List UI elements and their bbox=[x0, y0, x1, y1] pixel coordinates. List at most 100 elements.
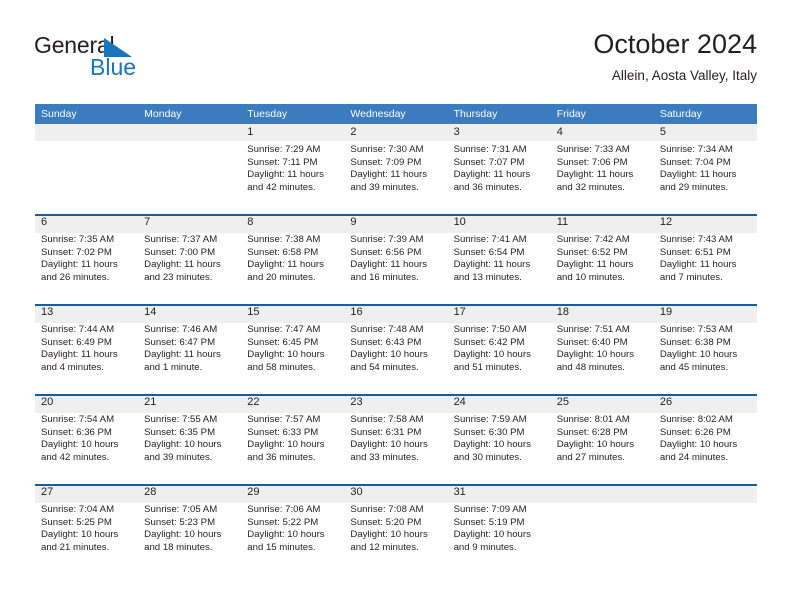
day-cell[interactable]: 2 Sunrise: 7:30 AM Sunset: 7:09 PM Dayli… bbox=[344, 124, 447, 214]
sunset-text: Sunset: 6:40 PM bbox=[556, 336, 628, 348]
weekday-header-friday: Friday bbox=[556, 108, 586, 120]
day-details: Sunrise: 7:47 AM Sunset: 6:45 PM Dayligh… bbox=[247, 321, 344, 374]
day-cell[interactable]: 30 Sunrise: 7:08 AM Sunset: 5:20 PM Dayl… bbox=[344, 484, 447, 574]
day-cell[interactable]: 1 Sunrise: 7:29 AM Sunset: 7:11 PM Dayli… bbox=[241, 124, 344, 214]
general-blue-logo[interactable]: General Blue bbox=[34, 34, 254, 86]
weekday-header-monday: Monday bbox=[144, 108, 182, 120]
day-number: 4 bbox=[556, 126, 563, 138]
day-cell[interactable]: 9 Sunrise: 7:39 AM Sunset: 6:56 PM Dayli… bbox=[344, 214, 447, 304]
week-row: 6 Sunrise: 7:35 AM Sunset: 7:02 PM Dayli… bbox=[35, 214, 757, 304]
sunset-text: Sunset: 6:43 PM bbox=[350, 336, 422, 348]
day-number: 28 bbox=[144, 486, 157, 498]
sunset-text: Sunset: 6:33 PM bbox=[247, 426, 319, 438]
day-number: 29 bbox=[247, 486, 260, 498]
day-cell[interactable] bbox=[138, 124, 241, 214]
sunrise-text: Sunrise: 7:05 AM bbox=[144, 504, 218, 515]
sunrise-text: Sunrise: 7:30 AM bbox=[350, 144, 424, 155]
day-number: 3 bbox=[453, 126, 460, 138]
day-cell[interactable] bbox=[551, 484, 654, 574]
sunset-text: Sunset: 5:25 PM bbox=[41, 516, 112, 528]
day-details: Sunrise: 7:58 AM Sunset: 6:31 PM Dayligh… bbox=[350, 411, 447, 464]
day-number bbox=[660, 484, 757, 501]
daylight-text: Daylight: 10 hours and 58 minutes. bbox=[247, 349, 325, 373]
sunrise-text: Sunrise: 7:09 AM bbox=[453, 504, 527, 515]
day-details: Sunrise: 7:04 AM Sunset: 5:25 PM Dayligh… bbox=[41, 501, 138, 554]
day-cell[interactable]: 16 Sunrise: 7:48 AM Sunset: 6:43 PM Dayl… bbox=[344, 304, 447, 394]
sunset-text: Sunset: 6:54 PM bbox=[453, 246, 525, 258]
day-cell[interactable]: 6 Sunrise: 7:35 AM Sunset: 7:02 PM Dayli… bbox=[35, 214, 138, 304]
day-cell[interactable]: 15 Sunrise: 7:47 AM Sunset: 6:45 PM Dayl… bbox=[241, 304, 344, 394]
day-cell[interactable]: 26 Sunrise: 8:02 AM Sunset: 6:26 PM Dayl… bbox=[654, 394, 757, 484]
day-cell[interactable]: 27 Sunrise: 7:04 AM Sunset: 5:25 PM Dayl… bbox=[35, 484, 138, 574]
day-cell[interactable]: 3 Sunrise: 7:31 AM Sunset: 7:07 PM Dayli… bbox=[448, 124, 551, 214]
week-row: 13 Sunrise: 7:44 AM Sunset: 6:49 PM Dayl… bbox=[35, 304, 757, 394]
daylight-text: Daylight: 11 hours and 1 minute. bbox=[144, 349, 221, 373]
day-cell[interactable]: 23 Sunrise: 7:58 AM Sunset: 6:31 PM Dayl… bbox=[344, 394, 447, 484]
sunrise-text: Sunrise: 7:41 AM bbox=[453, 234, 527, 245]
daylight-text: Daylight: 11 hours and 4 minutes. bbox=[41, 349, 118, 373]
daylight-text: Daylight: 11 hours and 10 minutes. bbox=[556, 259, 634, 283]
day-number: 31 bbox=[453, 486, 466, 498]
day-number: 18 bbox=[556, 306, 569, 318]
day-cell[interactable]: 12 Sunrise: 7:43 AM Sunset: 6:51 PM Dayl… bbox=[654, 214, 757, 304]
day-cell[interactable]: 25 Sunrise: 8:01 AM Sunset: 6:28 PM Dayl… bbox=[551, 394, 654, 484]
daylight-text: Daylight: 10 hours and 48 minutes. bbox=[556, 349, 635, 373]
day-cell[interactable]: 19 Sunrise: 7:53 AM Sunset: 6:38 PM Dayl… bbox=[654, 304, 757, 394]
daylight-text: Daylight: 10 hours and 30 minutes. bbox=[453, 439, 531, 463]
day-details: Sunrise: 7:42 AM Sunset: 6:52 PM Dayligh… bbox=[557, 231, 654, 284]
day-cell[interactable]: 20 Sunrise: 7:54 AM Sunset: 6:36 PM Dayl… bbox=[35, 394, 138, 484]
day-details: Sunrise: 7:44 AM Sunset: 6:49 PM Dayligh… bbox=[41, 321, 138, 374]
sunset-text: Sunset: 7:07 PM bbox=[453, 156, 525, 168]
day-details bbox=[144, 141, 241, 144]
day-details: Sunrise: 7:39 AM Sunset: 6:56 PM Dayligh… bbox=[350, 231, 447, 284]
sunset-text: Sunset: 6:51 PM bbox=[659, 246, 731, 258]
day-cell[interactable]: 18 Sunrise: 7:51 AM Sunset: 6:40 PM Dayl… bbox=[551, 304, 654, 394]
day-cell[interactable]: 31 Sunrise: 7:09 AM Sunset: 5:19 PM Dayl… bbox=[448, 484, 551, 574]
daylight-text: Daylight: 11 hours and 26 minutes. bbox=[41, 259, 118, 283]
day-cell[interactable] bbox=[35, 124, 138, 214]
day-cell[interactable]: 17 Sunrise: 7:50 AM Sunset: 6:42 PM Dayl… bbox=[448, 304, 551, 394]
day-cell[interactable]: 21 Sunrise: 7:55 AM Sunset: 6:35 PM Dayl… bbox=[138, 394, 241, 484]
day-cell[interactable]: 14 Sunrise: 7:46 AM Sunset: 6:47 PM Dayl… bbox=[138, 304, 241, 394]
sunset-text: Sunset: 6:28 PM bbox=[556, 426, 628, 438]
sunset-text: Sunset: 6:56 PM bbox=[350, 246, 422, 258]
daylight-text: Daylight: 11 hours and 13 minutes. bbox=[453, 259, 531, 283]
day-cell[interactable]: 5 Sunrise: 7:34 AM Sunset: 7:04 PM Dayli… bbox=[654, 124, 757, 214]
day-cell[interactable]: 8 Sunrise: 7:38 AM Sunset: 6:58 PM Dayli… bbox=[241, 214, 344, 304]
sunset-text: Sunset: 7:02 PM bbox=[41, 246, 112, 258]
day-details: Sunrise: 7:34 AM Sunset: 7:04 PM Dayligh… bbox=[660, 141, 757, 194]
day-cell[interactable]: 4 Sunrise: 7:33 AM Sunset: 7:06 PM Dayli… bbox=[551, 124, 654, 214]
day-number: 8 bbox=[247, 216, 254, 228]
day-number: 22 bbox=[247, 396, 260, 408]
day-number bbox=[144, 124, 241, 141]
day-cell[interactable]: 11 Sunrise: 7:42 AM Sunset: 6:52 PM Dayl… bbox=[551, 214, 654, 304]
day-cell[interactable] bbox=[654, 484, 757, 574]
sunrise-text: Sunrise: 7:38 AM bbox=[247, 234, 321, 245]
daylight-text: Daylight: 11 hours and 36 minutes. bbox=[453, 169, 531, 193]
day-cell[interactable]: 7 Sunrise: 7:37 AM Sunset: 7:00 PM Dayli… bbox=[138, 214, 241, 304]
sunset-text: Sunset: 7:11 PM bbox=[247, 156, 318, 168]
daylight-text: Daylight: 11 hours and 29 minutes. bbox=[659, 169, 737, 193]
sunrise-sunset-calendar: Sunday Monday Tuesday Wednesday Thursday… bbox=[35, 104, 757, 574]
sunrise-text: Sunrise: 7:51 AM bbox=[556, 324, 630, 335]
day-cell[interactable]: 22 Sunrise: 7:57 AM Sunset: 6:33 PM Dayl… bbox=[241, 394, 344, 484]
day-cell[interactable]: 29 Sunrise: 7:06 AM Sunset: 5:22 PM Dayl… bbox=[241, 484, 344, 574]
weekday-header-saturday: Saturday bbox=[659, 108, 702, 120]
daylight-text: Daylight: 10 hours and 45 minutes. bbox=[659, 349, 738, 373]
day-cell[interactable]: 28 Sunrise: 7:05 AM Sunset: 5:23 PM Dayl… bbox=[138, 484, 241, 574]
day-cell[interactable]: 10 Sunrise: 7:41 AM Sunset: 6:54 PM Dayl… bbox=[448, 214, 551, 304]
day-number: 7 bbox=[144, 216, 151, 228]
day-details: Sunrise: 7:51 AM Sunset: 6:40 PM Dayligh… bbox=[557, 321, 654, 374]
title-block: October 2024 Allein, Aosta Valley, Italy bbox=[593, 28, 757, 86]
day-cell[interactable]: 13 Sunrise: 7:44 AM Sunset: 6:49 PM Dayl… bbox=[35, 304, 138, 394]
daylight-text: Daylight: 10 hours and 15 minutes. bbox=[247, 529, 325, 553]
day-details bbox=[557, 501, 654, 504]
daylight-text: Daylight: 11 hours and 7 minutes. bbox=[659, 259, 737, 283]
sunset-text: Sunset: 6:58 PM bbox=[247, 246, 319, 258]
day-cell[interactable]: 24 Sunrise: 7:59 AM Sunset: 6:30 PM Dayl… bbox=[448, 394, 551, 484]
sunrise-text: Sunrise: 7:42 AM bbox=[556, 234, 630, 245]
sunrise-text: Sunrise: 7:29 AM bbox=[247, 144, 321, 155]
sunrise-text: Sunrise: 7:54 AM bbox=[41, 414, 115, 425]
day-number: 26 bbox=[659, 396, 673, 408]
sunrise-text: Sunrise: 7:44 AM bbox=[41, 324, 115, 335]
